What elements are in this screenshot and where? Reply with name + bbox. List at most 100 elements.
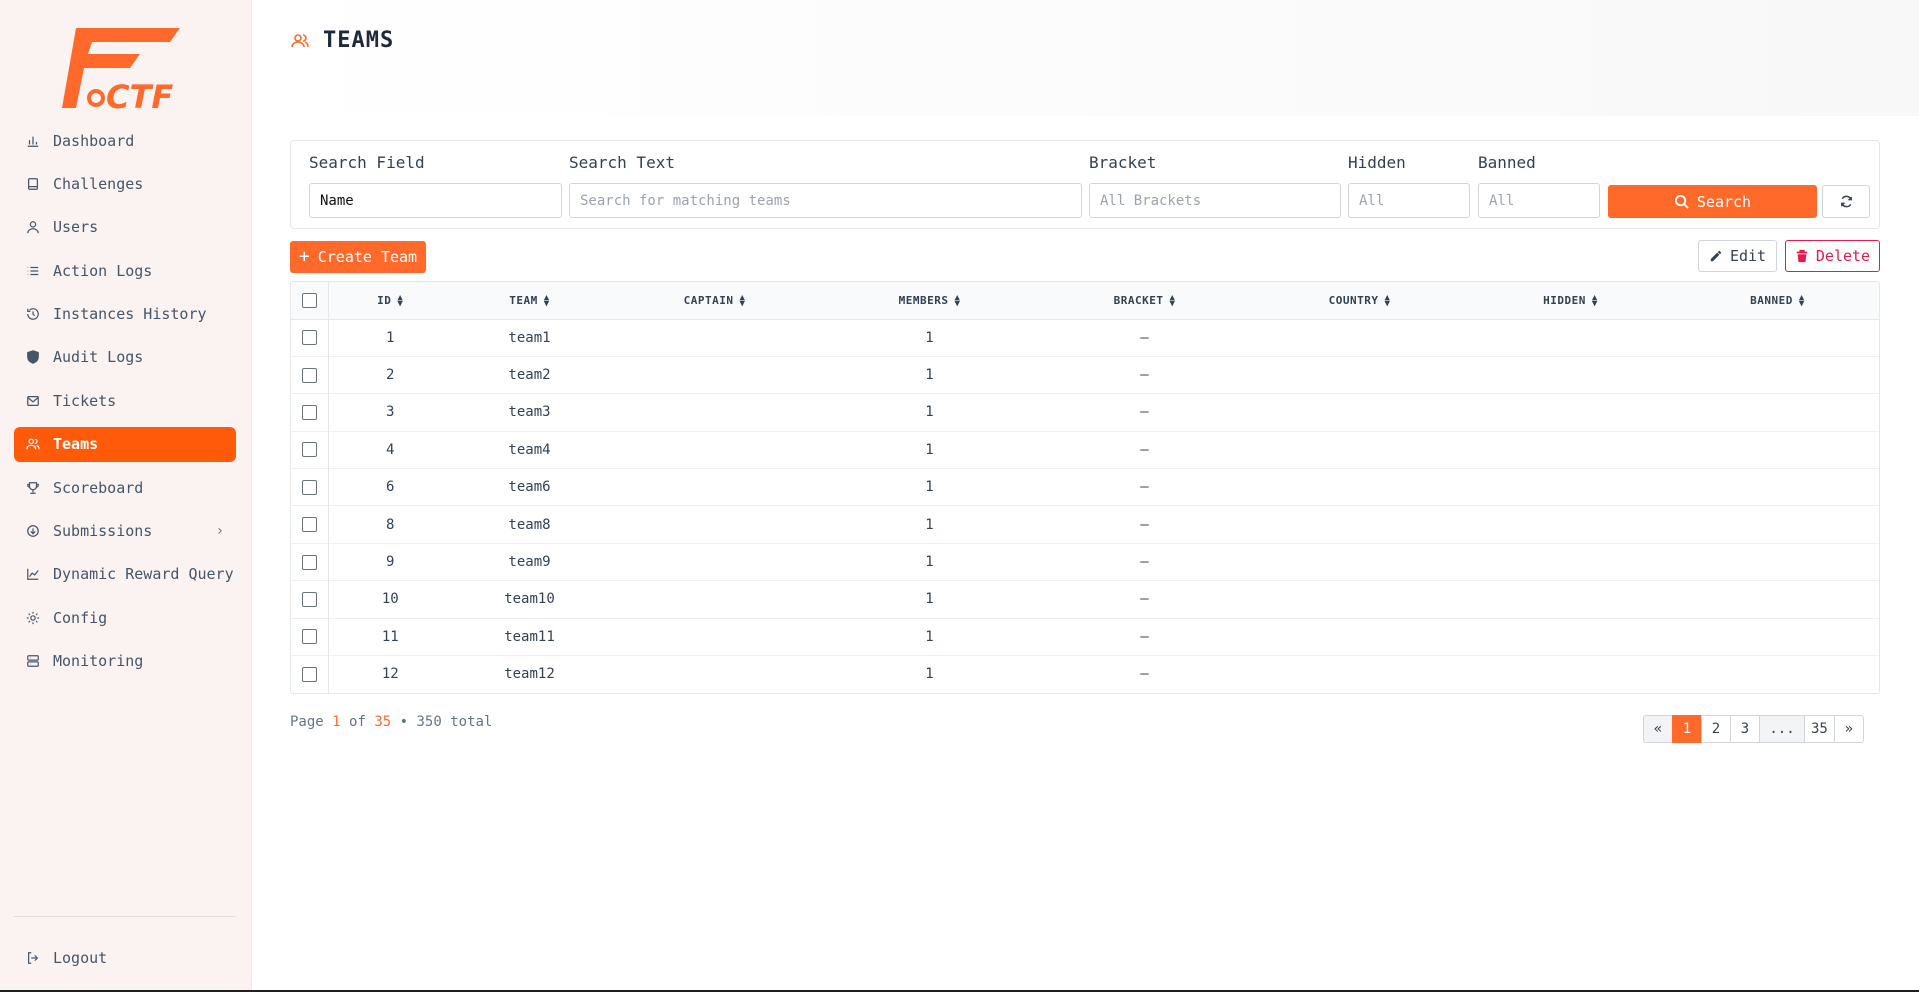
cell-hidden <box>1467 319 1674 356</box>
banned-select[interactable]: All <box>1478 183 1600 218</box>
col-header-captain[interactable]: CAPTAIN ▲ ▼ <box>607 282 822 320</box>
page-button-2[interactable]: 2 <box>1701 715 1731 743</box>
cell-country <box>1252 506 1467 543</box>
sidebar-item-users[interactable]: Users <box>14 210 236 245</box>
sidebar-item-monitoring[interactable]: Monitoring <box>14 644 236 679</box>
sidebar-item-scoreboard[interactable]: Scoreboard <box>14 470 236 505</box>
table-row[interactable]: 10 team10 1 — <box>291 580 1879 619</box>
col-header-hidden[interactable]: HIDDEN ▲ ▼ <box>1467 282 1674 320</box>
bracket-select[interactable]: All Brackets <box>1089 183 1341 218</box>
page-button-35[interactable]: 35 <box>1804 715 1835 743</box>
sidebar-item-action-logs[interactable]: Action Logs <box>14 253 236 288</box>
prev-page-button[interactable]: « <box>1643 715 1673 743</box>
sidebar-item-label: Dashboard <box>53 131 135 150</box>
banned-label: Banned <box>1478 153 1536 172</box>
refresh-button[interactable] <box>1822 185 1870 218</box>
sidebar-item-config[interactable]: Config <box>14 600 236 635</box>
row-checkbox[interactable] <box>301 554 317 570</box>
create-team-button[interactable]: + Create Team <box>290 241 426 273</box>
col-header-banned[interactable]: BANNED ▲ ▼ <box>1674 282 1879 320</box>
table-row[interactable]: 6 team6 1 — <box>291 468 1879 506</box>
users-icon <box>26 437 40 451</box>
sidebar-item-tickets[interactable]: Tickets <box>14 383 236 418</box>
page-button-3[interactable]: 3 <box>1730 715 1760 743</box>
col-header-members[interactable]: MEMBERS ▲ ▼ <box>822 282 1037 320</box>
cell-team: team4 <box>508 441 551 458</box>
row-checkbox[interactable] <box>301 442 317 458</box>
table-row[interactable]: 3 team3 1 — <box>291 393 1879 432</box>
row-select-cell <box>291 319 329 357</box>
col-label: MEMBERS <box>898 293 949 307</box>
sort-icon: ▲ ▼ <box>954 292 961 309</box>
table-row[interactable]: 11 team11 1 — <box>291 618 1879 656</box>
sidebar-item-instances-history[interactable]: Instances History <box>14 297 236 332</box>
row-checkbox[interactable] <box>301 367 317 383</box>
trash-icon <box>1796 249 1808 263</box>
row-checkbox[interactable] <box>301 517 317 533</box>
row-checkbox[interactable] <box>301 404 317 420</box>
sidebar-item-label: Config <box>53 608 108 627</box>
col-header-country[interactable]: COUNTRY ▲ ▼ <box>1252 282 1467 320</box>
trophy-icon <box>26 481 40 495</box>
search-field-select[interactable]: Name <box>309 183 562 218</box>
search-text-label: Search Text <box>569 153 675 172</box>
cell-members: 1 <box>925 329 934 346</box>
logout-button[interactable]: Logout <box>14 940 236 975</box>
sidebar-item-challenges[interactable]: Challenges <box>14 166 236 201</box>
fctf-logo[interactable]: CTF <box>62 24 190 112</box>
mail-icon <box>26 394 40 408</box>
cell-members: 1 <box>925 554 934 571</box>
cell-banned <box>1674 656 1879 693</box>
edit-button[interactable]: Edit <box>1698 240 1777 272</box>
col-header-id[interactable]: ID ▲ ▼ <box>328 282 452 320</box>
cell-members: 1 <box>925 591 934 608</box>
page-button-1[interactable]: 1 <box>1672 715 1702 743</box>
cell-members: 1 <box>925 516 934 533</box>
sidebar-item-dashboard[interactable]: Dashboard <box>14 123 236 158</box>
cell-banned <box>1674 506 1879 543</box>
sidebar-item-audit-logs[interactable]: Audit Logs <box>14 340 236 375</box>
cell-id: 9 <box>386 554 395 571</box>
select-all-checkbox[interactable] <box>301 292 317 308</box>
row-checkbox[interactable] <box>301 479 317 495</box>
cell-id: 6 <box>386 479 395 496</box>
table-row[interactable]: 8 team8 1 — <box>291 505 1879 544</box>
table-row[interactable]: 9 team9 1 — <box>291 543 1879 581</box>
col-label: BANNED <box>1750 293 1793 307</box>
table-row[interactable]: 12 team12 1 — <box>291 655 1879 693</box>
table-row[interactable]: 1 team1 1 — <box>291 319 1879 357</box>
cell-banned <box>1674 431 1879 468</box>
col-header-team[interactable]: TEAM ▲ ▼ <box>452 282 607 320</box>
table-row[interactable]: 2 team2 1 — <box>291 356 1879 394</box>
sidebar-item-dynamic-reward-query[interactable]: Dynamic Reward Query <box>14 557 236 592</box>
sidebar-item-label: Monitoring <box>53 652 144 671</box>
cell-captain <box>607 431 822 468</box>
search-text-input[interactable] <box>569 183 1082 218</box>
cell-members: 1 <box>925 628 934 645</box>
cell-banned <box>1674 356 1879 393</box>
cell-captain <box>607 656 822 693</box>
hidden-select[interactable]: All <box>1348 183 1470 218</box>
sidebar-item-submissions[interactable]: Submissions › <box>14 514 236 549</box>
row-checkbox[interactable] <box>301 666 317 682</box>
cell-hidden <box>1467 431 1674 468</box>
cell-team: team8 <box>508 516 551 533</box>
row-checkbox[interactable] <box>301 330 317 346</box>
next-page-button[interactable]: » <box>1833 715 1864 743</box>
sidebar-item-teams[interactable]: Teams <box>14 426 236 462</box>
cell-members: 1 <box>925 404 934 421</box>
row-checkbox[interactable] <box>301 629 317 645</box>
sidebar-item-label: Audit Logs <box>53 348 144 367</box>
col-header-bracket[interactable]: BRACKET ▲ ▼ <box>1037 282 1252 320</box>
teams-table: ID ▲ ▼ TEAM ▲ ▼ CAPTAIN ▲ ▼ MEMBERS ▲ ▼ BRACKET ▲… <box>290 281 1880 694</box>
cell-banned <box>1674 319 1879 356</box>
cell-captain <box>607 356 822 393</box>
cell-banned <box>1674 469 1879 506</box>
cell-bracket: — <box>1140 479 1149 496</box>
cell-hidden <box>1467 581 1674 618</box>
row-checkbox[interactable] <box>301 591 317 607</box>
delete-button[interactable]: Delete <box>1785 240 1880 272</box>
table-row[interactable]: 4 team4 1 — <box>291 431 1879 469</box>
search-button[interactable]: Search <box>1608 185 1817 218</box>
cell-team: team11 <box>504 628 555 645</box>
